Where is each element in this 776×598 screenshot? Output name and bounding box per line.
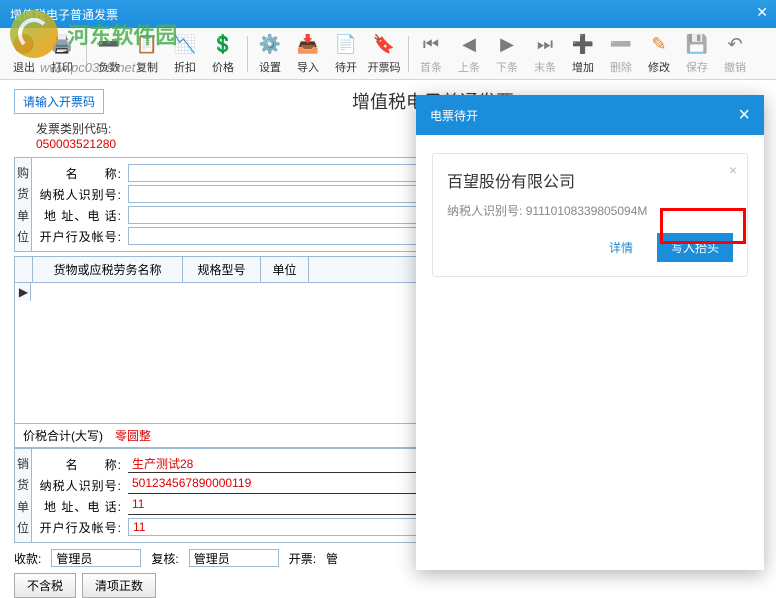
settings-button[interactable]: ⚙️设置 <box>252 31 288 77</box>
write-title-button[interactable]: 写入抬头 <box>657 233 733 262</box>
seller-name-label: 名 称: <box>38 456 128 473</box>
exit-button[interactable]: 🔴退出 <box>6 31 42 77</box>
popup-close-icon[interactable]: × <box>738 104 750 127</box>
grid-col-name: 货物或应税劳务名称 <box>33 257 183 282</box>
company-name: 百望股份有限公司 <box>447 168 733 192</box>
shoukuan-input[interactable] <box>51 549 141 567</box>
next-button[interactable]: ▶下条 <box>489 31 525 77</box>
code-button[interactable]: 🔖开票码 <box>366 31 402 77</box>
buyer-taxid-label: 纳税人识别号: <box>38 186 128 203</box>
buyer-addr-label: 地 址、电 话: <box>38 207 128 224</box>
price-button[interactable]: 💲价格 <box>205 31 241 77</box>
buyer-name-label: 名 称: <box>38 165 128 182</box>
window-close-icon[interactable]: ✕ <box>756 4 768 21</box>
seller-taxid-label: 纳税人识别号: <box>38 477 128 494</box>
buyer-bank-label: 开户行及帐号: <box>38 228 128 245</box>
card-close-icon[interactable]: × <box>729 162 737 178</box>
window-title: 增值税电子普通发票 <box>10 6 118 23</box>
popup-title: 电票待开 <box>430 107 478 124</box>
popup-header: 电票待开 × <box>416 95 764 135</box>
row-marker-icon: ▶ <box>17 283 31 301</box>
add-button[interactable]: ➕增加 <box>565 31 601 77</box>
copy-button[interactable]: 📋复制 <box>129 31 165 77</box>
import-button[interactable]: 📥导入 <box>290 31 326 77</box>
clear-pos-button[interactable]: 清项正数 <box>82 573 156 598</box>
titlebar: 增值税电子普通发票 ✕ <box>0 0 776 28</box>
invoice-code-prompt[interactable]: 请输入开票码 <box>14 89 104 114</box>
edit-button[interactable]: ✎修改 <box>641 31 677 77</box>
kaipiao-value: 管 <box>326 550 338 567</box>
grid-col-unit: 单位 <box>261 257 309 282</box>
fuhe-input[interactable] <box>189 549 279 567</box>
print-button[interactable]: 🖨️打印 <box>44 31 80 77</box>
undo-button[interactable]: ↶撤销 <box>717 31 753 77</box>
detail-button[interactable]: 详情 <box>595 233 647 262</box>
company-taxid: 纳税人识别号: 91110108339805094M <box>447 202 733 219</box>
buyer-vlabel: 购货单位 <box>14 157 32 252</box>
save-button[interactable]: 💾保存 <box>679 31 715 77</box>
wait-button[interactable]: 📄待开 <box>328 31 364 77</box>
discount-button[interactable]: 📉折扣 <box>167 31 203 77</box>
negative-button[interactable]: ➖负数 <box>91 31 127 77</box>
fuhe-label: 复核: <box>151 550 178 567</box>
seller-vlabel: 销货单位 <box>14 448 32 543</box>
seller-addr-label: 地 址、电 话: <box>38 498 128 515</box>
last-button[interactable]: ⏭末条 <box>527 31 563 77</box>
type-code-label: 发票类别代码: 050003521280 <box>36 120 339 151</box>
first-button[interactable]: ⏮首条 <box>413 31 449 77</box>
tax-excl-button[interactable]: 不含税 <box>14 573 76 598</box>
kaipiao-label: 开票: <box>289 550 316 567</box>
popup-eticket: 电票待开 × × 百望股份有限公司 纳税人识别号: 91110108339805… <box>416 95 764 570</box>
prev-button[interactable]: ◀上条 <box>451 31 487 77</box>
toolbar: 🔴退出 🖨️打印 ➖负数 📋复制 📉折扣 💲价格 ⚙️设置 📥导入 📄待开 🔖开… <box>0 28 776 80</box>
delete-button[interactable]: ➖删除 <box>603 31 639 77</box>
shoukuan-label: 收款: <box>14 550 41 567</box>
company-card: × 百望股份有限公司 纳税人识别号: 91110108339805094M 详情… <box>432 153 748 277</box>
grid-col-marker <box>15 257 33 282</box>
seller-bank-label: 开户行及帐号: <box>38 519 128 536</box>
grid-col-spec: 规格型号 <box>183 257 261 282</box>
